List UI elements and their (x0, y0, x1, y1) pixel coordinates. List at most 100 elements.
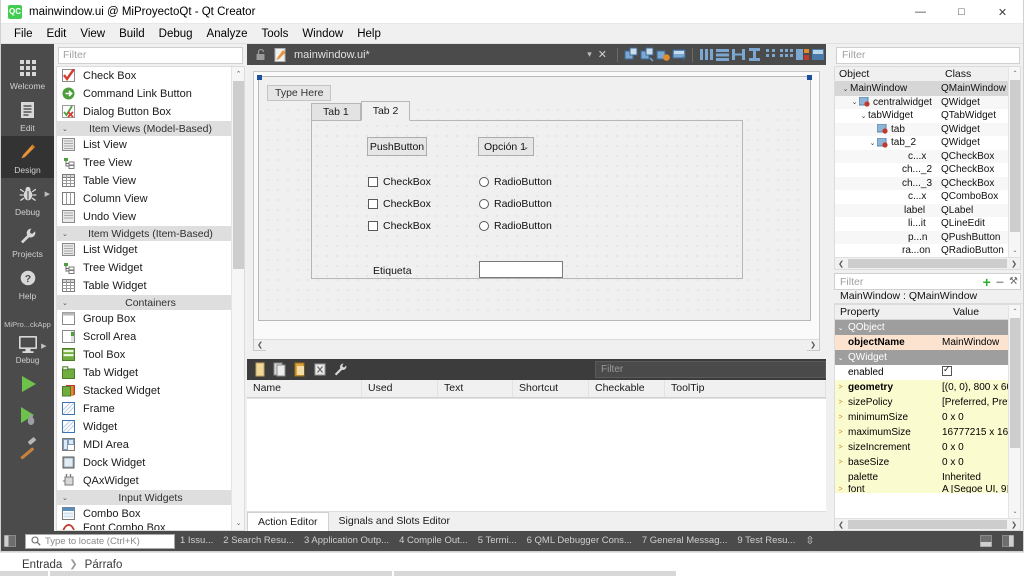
scrollbar-thumb[interactable] (1010, 80, 1020, 232)
widget-item-combo-box[interactable]: Combo Box (57, 505, 244, 523)
form-main-window[interactable]: Type Here Tab 1 Tab 2 PushButton Opción … (257, 75, 812, 321)
edit-widgets-icon[interactable] (623, 47, 639, 63)
property-value[interactable]: [Preferred, Pref.. (942, 397, 1016, 408)
mode-help[interactable]: ? Help (1, 262, 54, 304)
copy-icon[interactable] (272, 362, 288, 378)
left-sidebar-toggle-button[interactable] (1, 531, 19, 551)
action-editor-table-body[interactable] (247, 398, 826, 511)
property-value[interactable]: 0 x 0 (942, 457, 964, 468)
menu-build[interactable]: Build (112, 24, 152, 44)
scrollbar-thumb[interactable] (233, 81, 244, 269)
property-row-objectname[interactable]: objectName MainWindow (835, 335, 1020, 350)
menu-debug[interactable]: Debug (152, 24, 200, 44)
object-inspector-filter-input[interactable]: Filter (836, 47, 1020, 64)
property-row-enabled[interactable]: enabled (835, 365, 1020, 380)
scrollbar-thumb[interactable] (1010, 318, 1020, 448)
output-pane-compile-output[interactable]: 4 Compile Out... (394, 531, 473, 551)
menu-edit[interactable]: Edit (40, 24, 74, 44)
scroll-left-icon[interactable]: ❮ (835, 521, 847, 529)
widget-item-frame[interactable]: Frame (57, 400, 244, 418)
scroll-left-icon[interactable]: ❮ (254, 340, 266, 351)
menu-window[interactable]: Window (295, 24, 350, 44)
form-tab-1[interactable]: Tab 1 (311, 103, 361, 121)
mode-projects[interactable]: Projects (1, 220, 54, 262)
kit-selector[interactable]: MiPro...ckApp ▶ Debug (1, 320, 54, 365)
widget-box-scrollbar[interactable]: ⌃ ⌄ (231, 67, 244, 530)
property-value-checkbox[interactable] (942, 366, 952, 379)
menu-tools[interactable]: Tools (254, 24, 295, 44)
menu-view[interactable]: View (73, 24, 112, 44)
output-pane-general-messages[interactable]: 7 General Messag... (637, 531, 733, 551)
expand-icon[interactable]: > (835, 384, 846, 391)
widget-item-dialog-button-box[interactable]: Dialog Button Box (57, 103, 244, 121)
adjust-size-icon[interactable] (810, 47, 826, 63)
widget-box-filter-input[interactable]: Filter (58, 47, 243, 64)
chevron-right-icon[interactable]: ▶ (45, 190, 50, 198)
output-pane-qml-debugger-console[interactable]: 6 QML Debugger Cons... (522, 531, 637, 551)
mode-edit[interactable]: Edit (1, 94, 54, 136)
expand-icon[interactable]: > (835, 486, 846, 493)
object-inspector-vscrollbar[interactable]: ⌃ ⌄ (1008, 67, 1020, 269)
scrollbar-thumb[interactable] (848, 259, 1007, 268)
output-pane-toggle-button[interactable] (977, 531, 995, 551)
resize-handle-topleft[interactable] (257, 75, 262, 80)
edit-buddies-icon[interactable] (655, 47, 671, 63)
form-checkbox-1[interactable]: CheckBox (368, 176, 431, 188)
scroll-up-icon[interactable]: ⌃ (1009, 67, 1020, 79)
tree-row-checkbox-3[interactable]: ch..._3 QCheckBox (835, 176, 1020, 190)
layout-splitter-v-icon[interactable] (746, 47, 762, 63)
column-header-text[interactable]: Text (438, 380, 513, 397)
menu-analyze[interactable]: Analyze (200, 24, 255, 44)
tree-row-tab[interactable]: tab QWidget (835, 122, 1020, 136)
form-radiobutton-1[interactable]: RadioButton (479, 176, 552, 188)
output-pane-test-results[interactable]: 9 Test Resu... (732, 531, 800, 551)
widget-item-column-view[interactable]: Column View (57, 190, 244, 208)
new-action-icon[interactable] (252, 362, 268, 378)
paste-icon[interactable] (292, 362, 308, 378)
checked-checkbox-icon[interactable] (942, 366, 952, 376)
edit-signals-slots-icon[interactable] (639, 47, 655, 63)
run-button[interactable] (17, 373, 39, 395)
scroll-right-icon[interactable]: ❯ (807, 340, 819, 351)
chevron-down-icon[interactable]: ⌄ (868, 139, 877, 147)
menu-file[interactable]: File (7, 24, 40, 44)
widget-item-check-box[interactable]: Check Box (57, 67, 244, 85)
output-pane-search-results[interactable]: 2 Search Resu... (218, 531, 299, 551)
tree-row-checkbox-2[interactable]: ch..._2 QCheckBox (835, 163, 1020, 177)
tree-row-tab2[interactable]: ⌄ tab_2 QWidget (835, 136, 1020, 150)
column-header-used[interactable]: Used (362, 380, 438, 397)
property-value[interactable]: Inherited (942, 472, 981, 483)
widget-item-scroll-area[interactable]: Scroll Area (57, 328, 244, 346)
scroll-down-icon[interactable]: ⌄ (1009, 244, 1020, 256)
property-row-sizeincrement[interactable]: > sizeIncrement 0 x 0 (835, 440, 1020, 455)
build-button[interactable] (17, 437, 39, 459)
scroll-down-icon[interactable]: ⌄ (1009, 505, 1020, 517)
widget-item-font-combo-box[interactable]: Font Combo Box (57, 523, 244, 530)
close-button[interactable]: ✕ (982, 0, 1023, 24)
form-combo-box[interactable]: Opción 1 ⌄ (478, 137, 534, 156)
resize-handle-topright[interactable] (807, 75, 812, 80)
widget-item-widget[interactable]: Widget (57, 418, 244, 436)
scroll-up-icon[interactable]: ⌃ (1009, 305, 1020, 317)
property-group-qobject[interactable]: ⌄ QObject (835, 320, 1020, 335)
widget-item-group-box[interactable]: Group Box (57, 310, 244, 328)
expand-icon[interactable]: > (835, 429, 846, 436)
expand-icon[interactable]: > (835, 399, 846, 406)
mode-welcome[interactable]: Welcome (1, 52, 54, 94)
output-pane-application-output[interactable]: 3 Application Outp... (299, 531, 394, 551)
tree-row-lineedit[interactable]: li...it QLineEdit (835, 217, 1020, 231)
chevron-down-icon[interactable]: ⌄ (835, 324, 846, 332)
widget-item-mdi-area[interactable]: MDI Area (57, 436, 244, 454)
widget-category-item-views[interactable]: ⌄ Item Views (Model-Based) (57, 121, 244, 136)
delete-icon[interactable] (312, 362, 328, 378)
expand-icon[interactable]: > (835, 444, 846, 451)
column-header-shortcut[interactable]: Shortcut (513, 380, 589, 397)
mode-design[interactable]: Design (1, 136, 54, 178)
chevron-down-icon[interactable]: ⌄ (859, 112, 868, 120)
form-radiobutton-2[interactable]: RadioButton (479, 198, 552, 210)
configure-property-icon[interactable]: ⚒ (1009, 276, 1018, 287)
property-row-basesize[interactable]: > baseSize 0 x 0 (835, 455, 1020, 470)
menubar-type-here[interactable]: Type Here (267, 85, 332, 101)
kit-chevron-right-icon[interactable]: ▶ (41, 342, 46, 350)
output-pane-terminal[interactable]: 5 Termi... (473, 531, 522, 551)
